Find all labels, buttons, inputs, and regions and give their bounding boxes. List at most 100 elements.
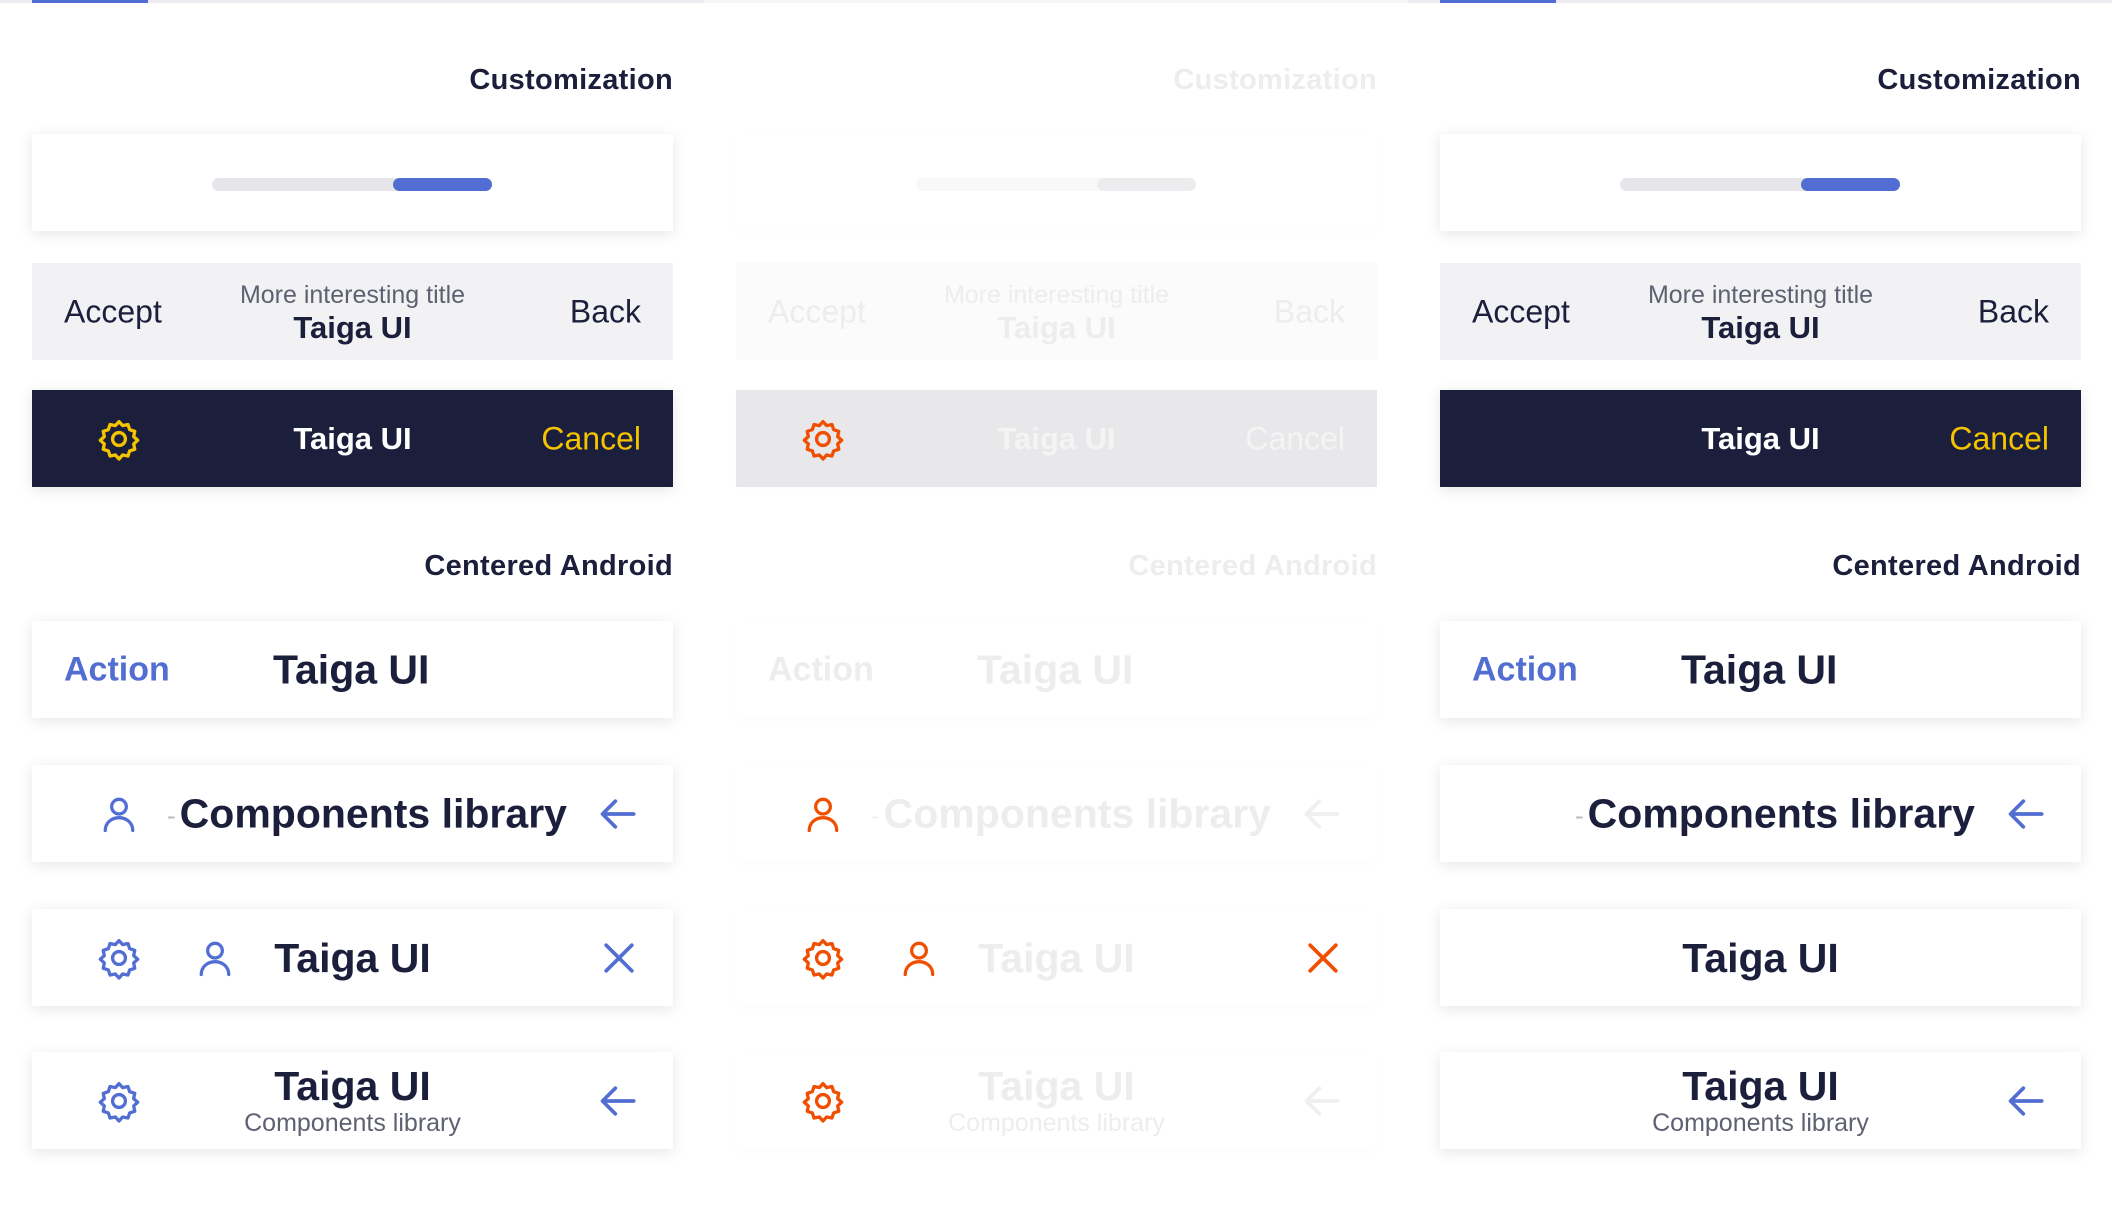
library-title-text: Components library: [1587, 790, 1975, 836]
section-title-customization: Customization: [469, 64, 673, 96]
action-button: Action: [768, 650, 874, 688]
segmented-control-active: [1097, 178, 1196, 191]
gear-icon: [801, 936, 845, 980]
navbar-title: Taiga UI: [293, 309, 412, 345]
android-title: Taiga UI: [977, 646, 1134, 692]
library-title: -Components library: [1575, 790, 1975, 836]
icons-navbar-title: Taiga UI: [1682, 936, 1838, 980]
close-icon[interactable]: [597, 936, 641, 980]
section-title-centered-android: Centered Android: [424, 550, 673, 582]
arrow-left-icon[interactable]: [597, 792, 641, 836]
close-icon: [1301, 936, 1345, 980]
segmented-control-active[interactable]: [393, 178, 492, 191]
two-line-subtitle: Components library: [948, 1108, 1165, 1137]
accept-button[interactable]: Accept: [1472, 293, 1570, 330]
navbar-title-block: More interesting title Taiga UI: [944, 279, 1169, 345]
back-button[interactable]: Back: [1978, 293, 2049, 330]
arrow-left-icon[interactable]: [2005, 792, 2049, 836]
segmented-control-active[interactable]: [1801, 178, 1900, 191]
segmented-navbar: [1440, 134, 2081, 231]
two-line-title: Taiga UI: [978, 1062, 1135, 1109]
navbar-subtitle: More interesting title: [1647, 280, 1874, 309]
android-navbar-library: -Components library: [1440, 765, 2081, 862]
android-navbar-action: Action Taiga UI: [32, 621, 673, 718]
cancel-button[interactable]: Cancel: [1949, 420, 2049, 457]
dark-title: Taiga UI: [1701, 420, 1820, 456]
action-button[interactable]: Action: [1472, 650, 1578, 689]
section-title-centered-android: Centered Android: [1128, 550, 1377, 582]
segmented-navbar: [32, 134, 673, 231]
android-title: Taiga UI: [273, 646, 430, 692]
two-line-title-block: Taiga UI Components library: [244, 1064, 461, 1138]
navbar-subtitle: More interesting title: [943, 280, 1170, 309]
user-icon: [897, 936, 941, 980]
cancel-button: Cancel: [1245, 420, 1345, 456]
arrow-left-icon[interactable]: [2005, 1079, 2049, 1123]
accept-button: Accept: [768, 293, 866, 329]
gear-icon[interactable]: [97, 1079, 141, 1123]
ios-navbar: Accept More interesting title Taiga UI B…: [32, 263, 673, 360]
user-icon: [801, 792, 845, 836]
gear-icon[interactable]: [97, 936, 141, 980]
gear-icon: [801, 417, 845, 461]
two-line-subtitle: Components library: [1652, 1108, 1869, 1137]
navbar-title-block: More interesting title Taiga UI: [1648, 279, 1873, 345]
dark-navbar: Taiga UI Cancel: [736, 390, 1377, 487]
navbar-title-block: More interesting title Taiga UI: [240, 279, 465, 345]
two-line-title: Taiga UI: [274, 1062, 431, 1109]
icons-navbar-title: Taiga UI: [274, 936, 430, 980]
panel-tab-indicator: [32, 0, 148, 3]
segmented-control[interactable]: [212, 178, 492, 191]
android-navbar-two-line: Taiga UI Components library: [32, 1052, 673, 1149]
panel-tab-indicator: [1440, 0, 1556, 3]
library-title-text: Components library: [883, 790, 1271, 836]
cancel-button[interactable]: Cancel: [541, 420, 641, 457]
dark-navbar-title: Taiga UI: [1701, 420, 1820, 456]
section-title-centered-android: Centered Android: [1832, 550, 2081, 582]
two-line-title: Taiga UI: [1682, 1062, 1839, 1109]
android-navbar-action: Action Taiga UI: [736, 621, 1377, 718]
arrow-left-icon[interactable]: [597, 1079, 641, 1123]
panel-no-icons: Customization Accept More interesting ti…: [1408, 0, 2112, 1230]
segmented-control: [916, 178, 1196, 191]
two-line-title-block: Taiga UI Components library: [1652, 1064, 1869, 1138]
icons-title: Taiga UI: [978, 934, 1135, 981]
user-icon[interactable]: [97, 792, 141, 836]
android-navbar-two-line: Taiga UI Components library: [736, 1052, 1377, 1149]
dark-title: Taiga UI: [997, 420, 1116, 456]
panel-default: Customization Accept More interesting ti…: [0, 0, 705, 1230]
library-title: -Components library: [167, 790, 567, 836]
icons-title: Taiga UI: [274, 934, 431, 981]
two-line-subtitle: Components library: [244, 1108, 461, 1137]
android-navbar-icons: Taiga UI: [736, 909, 1377, 1006]
user-icon[interactable]: [193, 936, 237, 980]
action-button[interactable]: Action: [64, 650, 170, 689]
android-navbar-library: -Components library: [736, 765, 1377, 862]
dark-navbar: Taiga UI Cancel: [32, 390, 673, 487]
dark-navbar-title: Taiga UI: [997, 420, 1116, 456]
gear-icon[interactable]: [97, 417, 141, 461]
accept-button[interactable]: Accept: [64, 293, 162, 330]
panel-top-border: [704, 0, 1409, 3]
arrow-left-icon: [1301, 1079, 1345, 1123]
panel-disabled: Customization Accept More interesting ti…: [704, 0, 1409, 1230]
gear-icon: [801, 1079, 845, 1123]
dark-title: Taiga UI: [293, 420, 412, 456]
icons-title: Taiga UI: [1682, 934, 1839, 981]
android-navbar-two-line: Taiga UI Components library: [1440, 1052, 2081, 1149]
android-navbar-action: Action Taiga UI: [1440, 621, 2081, 718]
back-button[interactable]: Back: [570, 293, 641, 330]
android-navbar-icons: Taiga UI: [32, 909, 673, 1006]
android-navbar-library: -Components library: [32, 765, 673, 862]
dark-navbar: Taiga UI Cancel: [1440, 390, 2081, 487]
arrow-left-icon: [1301, 792, 1345, 836]
icons-navbar-title: Taiga UI: [978, 936, 1134, 980]
section-title-customization: Customization: [1877, 64, 2081, 96]
section-title-customization: Customization: [1173, 64, 1377, 96]
navbar-title: Taiga UI: [997, 309, 1116, 345]
two-line-title-block: Taiga UI Components library: [948, 1064, 1165, 1138]
ios-navbar: Accept More interesting title Taiga UI B…: [1440, 263, 2081, 360]
segmented-control[interactable]: [1620, 178, 1900, 191]
android-title: Taiga UI: [1681, 646, 1838, 692]
library-title-text: Components library: [179, 790, 567, 836]
